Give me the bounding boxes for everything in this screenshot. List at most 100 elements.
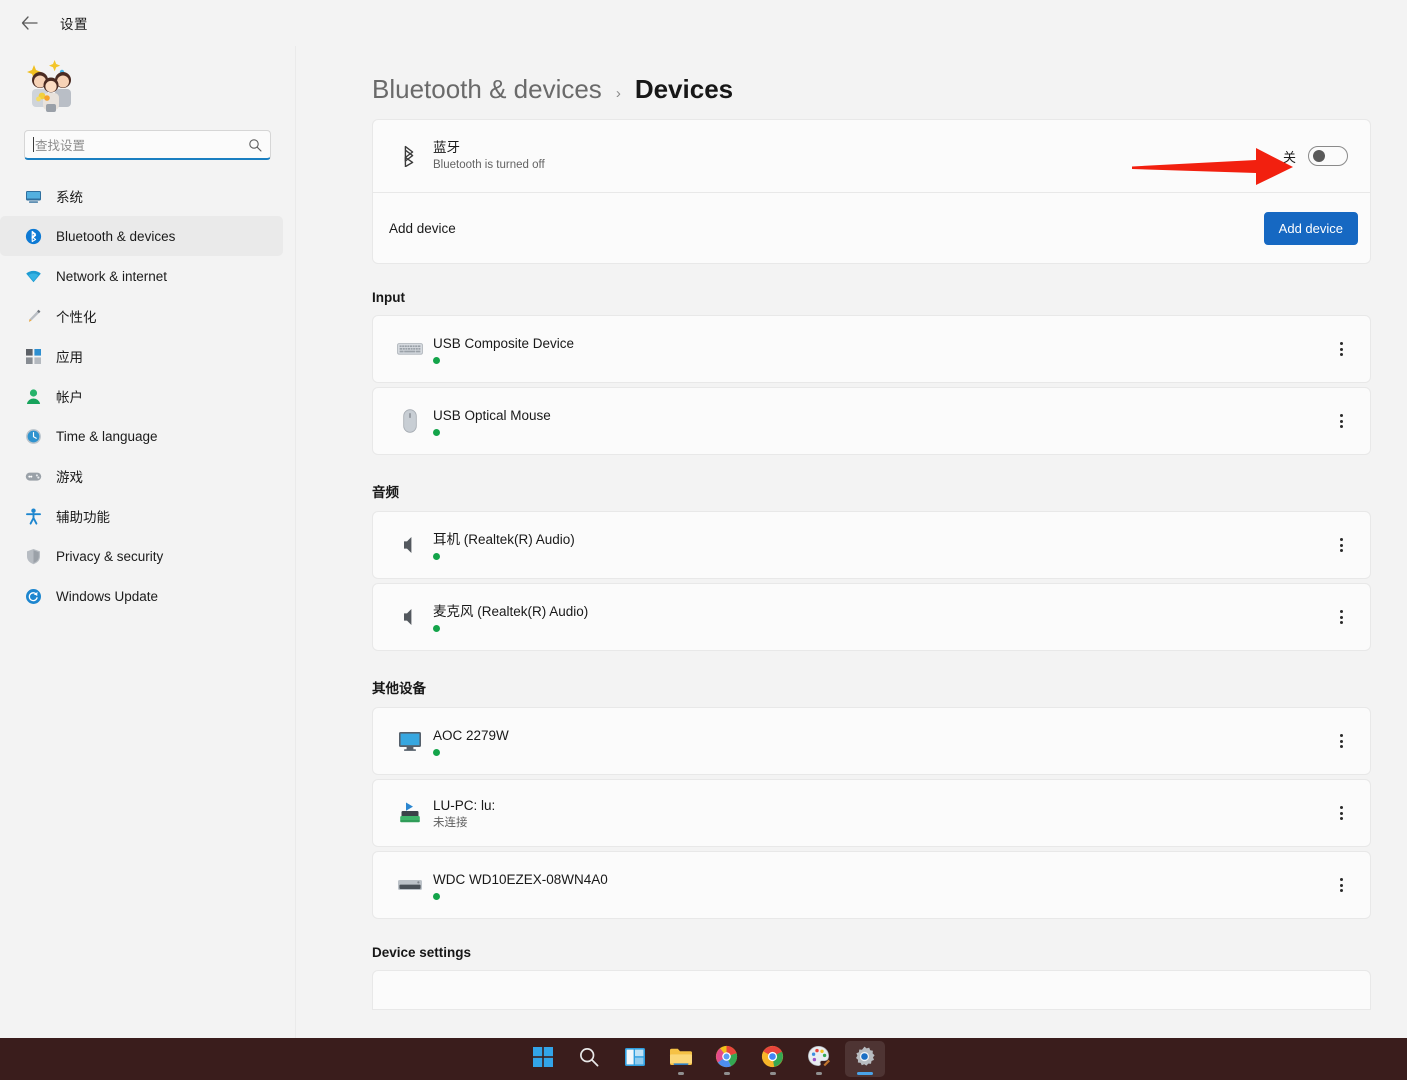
status-badge: [433, 893, 440, 900]
sidebar-item-system[interactable]: 系统: [0, 176, 283, 216]
add-device-row: Add device Add device: [373, 193, 1370, 263]
device-card[interactable]: USB Composite Device: [372, 315, 1371, 383]
search-input[interactable]: 查找设置: [24, 130, 271, 160]
sidebar-item-privacy-security[interactable]: Privacy & security: [0, 536, 283, 576]
device-menu-button[interactable]: [1326, 602, 1356, 632]
device-menu-button[interactable]: [1326, 798, 1356, 828]
file-explorer-button[interactable]: [661, 1041, 701, 1077]
device-menu-button[interactable]: [1326, 530, 1356, 560]
sidebar-item-label: 帐户: [56, 386, 83, 406]
device-name: AOC 2279W: [433, 726, 1326, 745]
search-container: 查找设置: [0, 122, 295, 170]
start-button[interactable]: [523, 1041, 563, 1077]
device-menu-button[interactable]: [1326, 726, 1356, 756]
sidebar-item-network-internet[interactable]: Network & internet: [0, 256, 283, 296]
sidebar-nav: 系统 Bluetooth & devices Network & interne…: [0, 170, 295, 616]
windows-logo-icon: [532, 1046, 554, 1073]
device-menu-button[interactable]: [1326, 334, 1356, 364]
device-card[interactable]: LU-PC: lu: 未连接: [372, 779, 1371, 847]
open-indicator: [678, 1072, 684, 1075]
table-row: USB Composite Device: [373, 316, 1370, 382]
paint-button[interactable]: [799, 1041, 839, 1077]
device-settings-card[interactable]: [372, 970, 1371, 1010]
sidebar-item-gaming[interactable]: 游戏: [0, 456, 283, 496]
browser-button[interactable]: [707, 1041, 747, 1077]
device-text: USB Composite Device: [433, 334, 1326, 364]
mouse-icon: [391, 409, 429, 433]
device-text: LU-PC: lu: 未连接: [433, 796, 1326, 831]
open-indicator: [770, 1072, 776, 1075]
search-placeholder: 查找设置: [35, 135, 248, 154]
search-button[interactable]: [569, 1041, 609, 1077]
device-menu-button[interactable]: [1326, 406, 1356, 436]
breadcrumb: Bluetooth & devices › Devices: [372, 46, 1371, 119]
accounts-icon: [24, 387, 42, 405]
back-arrow-icon: [21, 16, 38, 30]
status-badge: [433, 625, 440, 632]
device-name: USB Optical Mouse: [433, 406, 1326, 425]
monitor-icon: [391, 730, 429, 752]
add-device-label: Add device: [389, 221, 1264, 236]
shield-icon: [24, 547, 42, 565]
page-title: Devices: [635, 74, 733, 105]
device-name: 麦克风 (Realtek(R) Audio): [433, 602, 1326, 621]
sidebar-item-time-language[interactable]: Time & language: [0, 416, 283, 456]
taskbar: [0, 1038, 1407, 1080]
bluetooth-text: 蓝牙 Bluetooth is turned off: [433, 139, 1283, 173]
device-menu-button[interactable]: [1326, 870, 1356, 900]
chrome-button[interactable]: [753, 1041, 793, 1077]
settings-window: 设置: [0, 0, 1407, 1038]
section-title-input: Input: [372, 290, 1371, 305]
personalization-icon: [24, 307, 42, 325]
chrome-icon: [761, 1045, 784, 1073]
device-text: 耳机 (Realtek(R) Audio): [433, 530, 1326, 560]
add-device-card: Add device Add device: [372, 193, 1371, 264]
device-status-text: 未连接: [433, 815, 1326, 831]
section-title-other-devices: 其他设备: [372, 677, 1371, 697]
status-badge: [433, 749, 440, 756]
bluetooth-card: 蓝牙 Bluetooth is turned off 关: [372, 119, 1371, 193]
device-name: LU-PC: lu:: [433, 796, 1326, 815]
bluetooth-icon: [391, 145, 427, 167]
toggle-state-label: 关: [1283, 147, 1296, 166]
main-content: Bluetooth & devices › Devices 蓝牙 Bluetoo…: [296, 46, 1407, 1038]
settings-button[interactable]: [845, 1041, 885, 1077]
breadcrumb-parent[interactable]: Bluetooth & devices: [372, 74, 602, 105]
device-text: USB Optical Mouse: [433, 406, 1326, 436]
back-button[interactable]: [12, 7, 46, 39]
chevron-right-icon: ›: [616, 85, 621, 102]
table-row: 耳机 (Realtek(R) Audio): [373, 512, 1370, 578]
microphone-icon: [391, 606, 429, 628]
keyboard-icon: [391, 341, 429, 357]
sidebar-item-accessibility[interactable]: 辅助功能: [0, 496, 283, 536]
add-device-button[interactable]: Add device: [1264, 212, 1358, 245]
gear-icon: [853, 1045, 876, 1073]
disk-drive-icon: [391, 877, 429, 893]
sidebar-item-personalization[interactable]: 个性化: [0, 296, 283, 336]
title-bar: 设置: [0, 0, 1407, 46]
folder-icon: [669, 1046, 693, 1072]
task-view-button[interactable]: [615, 1041, 655, 1077]
device-card[interactable]: 麦克风 (Realtek(R) Audio): [372, 583, 1371, 651]
bluetooth-control: 关: [1283, 146, 1348, 166]
sidebar-item-apps[interactable]: 应用: [0, 336, 283, 376]
section-title-audio: 音频: [372, 481, 1371, 501]
avatar-container[interactable]: [0, 46, 295, 122]
sidebar-item-label: Network & internet: [56, 269, 167, 284]
device-text: WDC WD10EZEX-08WN4A0: [433, 870, 1326, 900]
sidebar-item-windows-update[interactable]: Windows Update: [0, 576, 283, 616]
sidebar-item-label: Time & language: [56, 429, 158, 444]
search-icon: [248, 138, 262, 152]
sidebar: 查找设置 系统 Bluetooth & de: [0, 46, 296, 1038]
bluetooth-status-text: Bluetooth is turned off: [433, 157, 1283, 173]
device-text: 麦克风 (Realtek(R) Audio): [433, 602, 1326, 632]
bluetooth-toggle[interactable]: [1308, 146, 1348, 166]
sidebar-item-bluetooth-devices[interactable]: Bluetooth & devices: [0, 216, 283, 256]
open-indicator: [816, 1072, 822, 1075]
device-name: USB Composite Device: [433, 334, 1326, 353]
device-card[interactable]: WDC WD10EZEX-08WN4A0: [372, 851, 1371, 919]
sidebar-item-accounts[interactable]: 帐户: [0, 376, 283, 416]
device-card[interactable]: USB Optical Mouse: [372, 387, 1371, 455]
device-card[interactable]: AOC 2279W: [372, 707, 1371, 775]
device-card[interactable]: 耳机 (Realtek(R) Audio): [372, 511, 1371, 579]
